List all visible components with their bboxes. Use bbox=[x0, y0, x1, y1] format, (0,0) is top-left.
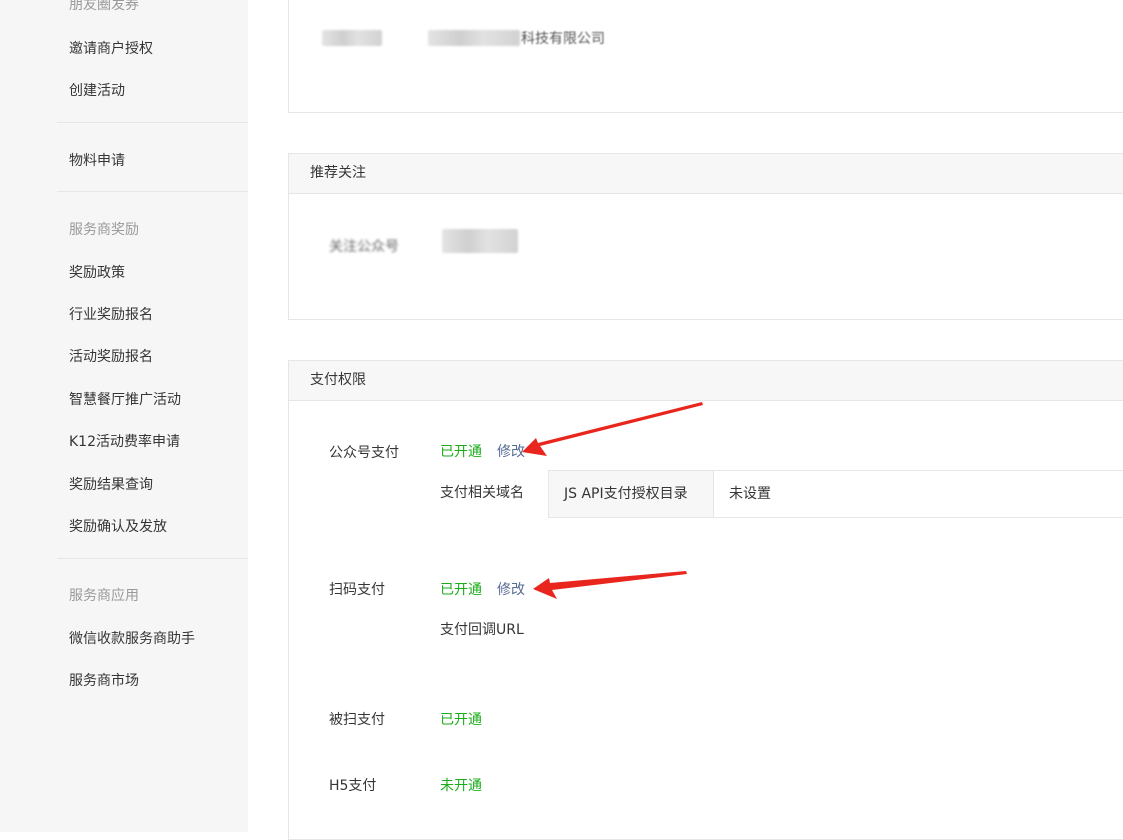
h5-pay-label: H5支付 bbox=[329, 778, 377, 794]
follow-account-label: 关注公众号 bbox=[329, 239, 399, 255]
sidebar-item-payment-assistant[interactable]: 微信收款服务商助手 bbox=[69, 628, 195, 648]
micropay-status: 已开通 bbox=[440, 712, 482, 728]
sidebar-item-service-market[interactable]: 服务商市场 bbox=[69, 670, 139, 690]
native-pay-status: 已开通 bbox=[440, 582, 482, 598]
recommend-follow-panel: 推荐关注 bbox=[288, 153, 1123, 320]
micropay-label: 被扫支付 bbox=[329, 712, 385, 728]
redacted-company-name bbox=[428, 30, 520, 46]
sidebar-item-reward-policy[interactable]: 奖励政策 bbox=[69, 262, 125, 282]
jsapi-directory-table: JS API支付授权目录 未设置 bbox=[548, 470, 1123, 518]
sidebar-item-reward-confirm[interactable]: 奖励确认及发放 bbox=[69, 516, 167, 536]
payment-permissions-panel: 支付权限 bbox=[288, 360, 1123, 840]
panel-title: 推荐关注 bbox=[289, 154, 1123, 194]
sidebar-divider bbox=[57, 191, 248, 192]
h5-pay-status: 未开通 bbox=[440, 778, 482, 794]
sidebar-item-reward-result-query[interactable]: 奖励结果查询 bbox=[69, 474, 153, 494]
jsapi-pay-status: 已开通 bbox=[440, 444, 482, 460]
jsapi-directory-label: JS API支付授权目录 bbox=[549, 471, 714, 517]
jsapi-pay-modify-link[interactable]: 修改 bbox=[497, 441, 525, 461]
sidebar-item-industry-reward-signup[interactable]: 行业奖励报名 bbox=[69, 304, 153, 324]
sidebar-divider bbox=[57, 122, 248, 123]
sidebar-item-create-activity[interactable]: 创建活动 bbox=[69, 80, 125, 100]
redacted-label bbox=[322, 30, 382, 46]
pay-domain-label: 支付相关域名 bbox=[440, 485, 524, 501]
company-info-panel bbox=[288, 0, 1123, 113]
sidebar-item-smart-restaurant[interactable]: 智慧餐厅推广活动 bbox=[69, 389, 181, 409]
sidebar-item-activity-reward-signup[interactable]: 活动奖励报名 bbox=[69, 346, 153, 366]
sidebar-divider bbox=[57, 558, 248, 559]
redacted-account-name bbox=[442, 229, 518, 253]
jsapi-directory-value: 未设置 bbox=[729, 486, 771, 502]
native-pay-modify-link[interactable]: 修改 bbox=[497, 579, 525, 599]
sidebar-section-apps: 服务商应用 bbox=[69, 588, 139, 604]
pay-callback-url-label: 支付回调URL bbox=[440, 622, 524, 638]
sidebar-item-material-apply[interactable]: 物料申请 bbox=[69, 150, 125, 170]
panel-title: 支付权限 bbox=[289, 361, 1123, 401]
sidebar: 朋友圈发券 邀请商户授权 创建活动 物料申请 服务商奖励 奖励政策 行业奖励报名… bbox=[0, 0, 248, 832]
sidebar-section-moments-coupon: 朋友圈发券 bbox=[69, 0, 139, 13]
native-pay-label: 扫码支付 bbox=[329, 582, 385, 598]
sidebar-item-k12-rate-apply[interactable]: K12活动费率申请 bbox=[69, 431, 180, 451]
jsapi-pay-label: 公众号支付 bbox=[329, 445, 399, 461]
sidebar-section-rewards: 服务商奖励 bbox=[69, 222, 139, 238]
sidebar-item-invite-merchant[interactable]: 邀请商户授权 bbox=[69, 38, 153, 58]
company-name-suffix: 科技有限公司 bbox=[521, 31, 605, 47]
